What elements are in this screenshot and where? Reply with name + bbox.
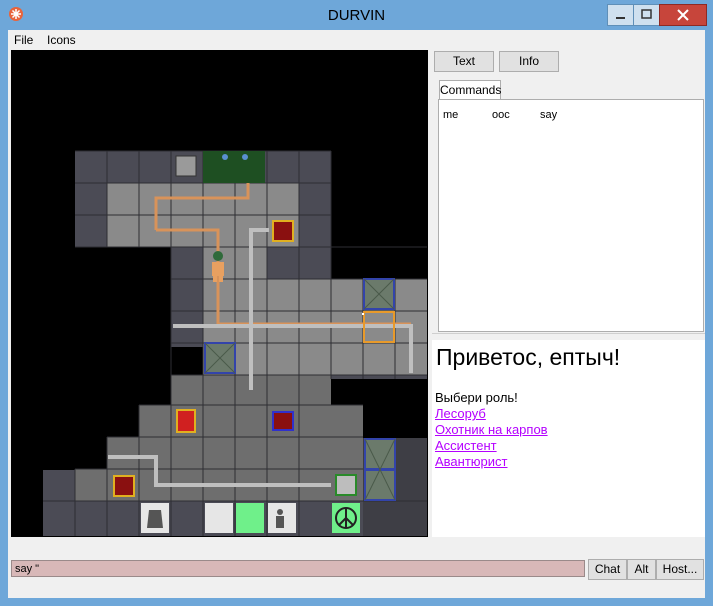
maximize-icon — [641, 9, 652, 19]
map-view — [43, 150, 427, 536]
minimize-icon — [616, 17, 625, 19]
menu-file[interactable]: File — [14, 33, 33, 47]
commands-panel: me ooc say — [438, 99, 704, 332]
close-button[interactable] — [659, 4, 707, 26]
status-bar — [8, 580, 705, 598]
role-link-lumberjack[interactable]: Лесоруб — [435, 406, 486, 421]
maximize-button[interactable] — [633, 4, 660, 26]
info-button[interactable]: Info — [499, 51, 559, 72]
menu-icons[interactable]: Icons — [47, 33, 76, 47]
airlock-doors[interactable] — [203, 151, 265, 183]
minimize-button[interactable] — [607, 4, 634, 26]
role-link-carp-hunter[interactable]: Охотник на карпов — [435, 422, 548, 437]
menu-bar: File Icons — [8, 30, 705, 49]
command-me[interactable]: me — [443, 109, 458, 121]
greeting-text: Приветос, ептыч! — [436, 344, 621, 370]
output-panel: Приветос, ептыч! Выбери роль! Лесоруб Ох… — [432, 340, 705, 537]
command-say[interactable]: say — [540, 109, 557, 121]
command-input[interactable]: say " — [11, 560, 585, 577]
panel-splitter[interactable] — [432, 333, 705, 339]
game-map[interactable] — [11, 50, 428, 537]
text-button[interactable]: Text — [434, 51, 494, 72]
role-prompt: Выбери роль! — [435, 390, 518, 405]
role-link-assistant[interactable]: Ассистент — [435, 438, 497, 453]
alt-button[interactable]: Alt — [627, 559, 656, 580]
title-bar: DURVIN — [0, 0, 713, 30]
tab-commands[interactable]: Commands — [439, 80, 501, 100]
host-button[interactable]: Host... — [656, 559, 704, 580]
command-ooc[interactable]: ooc — [492, 109, 510, 121]
close-icon — [677, 9, 689, 21]
chat-button[interactable]: Chat — [588, 559, 627, 580]
client-area: File Icons Text Info Commands me ooc say… — [8, 30, 705, 598]
app-window: DURVIN File Icons Text Info Commands me … — [0, 0, 713, 606]
role-link-adventurer[interactable]: Авантюрист — [435, 454, 508, 469]
